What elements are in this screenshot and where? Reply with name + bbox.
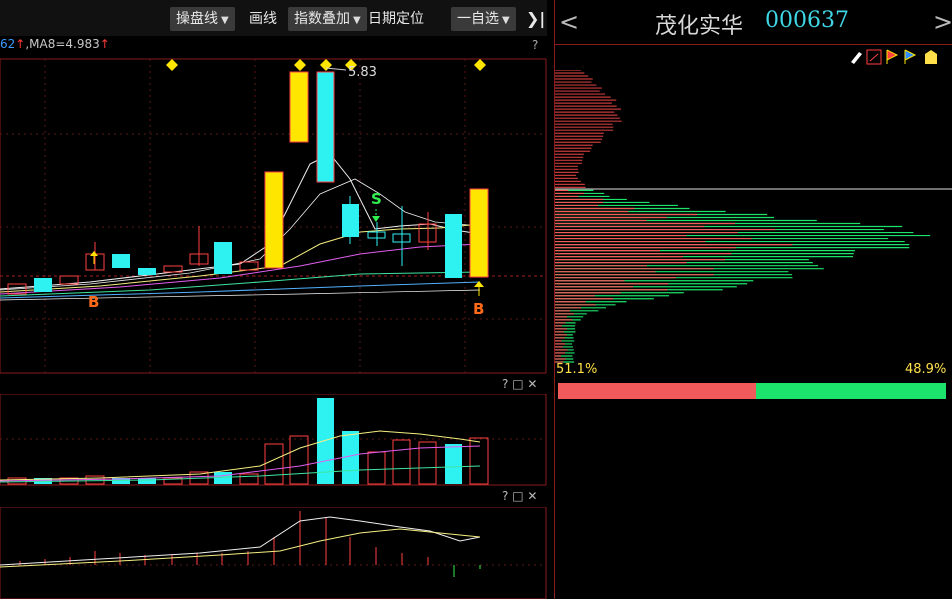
chart-toolbar: 操盘线 ▼ 画线 指数叠加 ▼ 日期定位 一自选 ▼ ❯| bbox=[0, 0, 547, 36]
volume-chart[interactable] bbox=[0, 394, 547, 486]
maximize-icon[interactable]: □ bbox=[512, 489, 523, 503]
loss-percent: 48.9% bbox=[905, 362, 947, 377]
ma-indicator-line: 62↑,MA8=4.983↑ bbox=[0, 37, 110, 51]
profit-loss-bar bbox=[558, 383, 946, 399]
draw-line-tool-label: 操盘线 bbox=[176, 11, 218, 27]
high-price-label: 5.83 bbox=[348, 65, 377, 80]
draw-button[interactable]: 画线 bbox=[243, 7, 283, 31]
buy-signal-b: B bbox=[473, 300, 484, 318]
loss-bar-segment bbox=[756, 383, 946, 399]
vol-ma5-line bbox=[0, 430, 481, 481]
event-marker[interactable] bbox=[320, 59, 332, 71]
prev-stock-icon[interactable]: < bbox=[559, 8, 579, 36]
up-arrow-icon: ↑ bbox=[99, 37, 110, 51]
candle[interactable] bbox=[445, 214, 462, 278]
candle[interactable] bbox=[112, 254, 130, 268]
watchlist-label: 一自选 bbox=[457, 11, 499, 27]
header-divider bbox=[555, 44, 952, 45]
dea-line bbox=[0, 528, 481, 568]
candles bbox=[7, 71, 489, 295]
high-price-pointer bbox=[325, 67, 347, 71]
stock-code: 000637 bbox=[765, 8, 849, 33]
up-arrow-icon: ↑ bbox=[15, 37, 26, 51]
volume-panel-controls: ? □ ✕ bbox=[502, 377, 537, 391]
sell-signal-s: S bbox=[371, 190, 382, 208]
ma-prefix-value: 62 bbox=[0, 37, 16, 51]
main-chart-help-icon[interactable]: ? bbox=[532, 38, 538, 52]
index-overlay-dropdown[interactable]: 指数叠加 ▼ bbox=[288, 7, 367, 31]
macd-frame bbox=[0, 507, 547, 599]
close-icon[interactable]: ✕ bbox=[527, 377, 537, 391]
index-overlay-label: 指数叠加 bbox=[294, 11, 350, 27]
candle[interactable] bbox=[469, 188, 489, 278]
candle[interactable] bbox=[34, 278, 52, 292]
bookmark-icon[interactable] bbox=[925, 50, 937, 64]
chip-bars bbox=[555, 70, 931, 363]
ma250-line bbox=[0, 289, 481, 301]
candle[interactable] bbox=[342, 204, 359, 237]
event-markers bbox=[166, 59, 486, 71]
candle[interactable] bbox=[289, 71, 309, 143]
pencil-icon[interactable] bbox=[851, 52, 862, 64]
event-marker[interactable] bbox=[166, 59, 178, 71]
profit-percent: 51.1% bbox=[556, 362, 598, 377]
watchlist-dropdown[interactable]: 一自选 ▼ bbox=[451, 7, 516, 31]
candle[interactable] bbox=[264, 171, 284, 269]
chevron-down-icon: ▼ bbox=[221, 15, 229, 26]
macd-panel-controls: ? □ ✕ bbox=[502, 489, 537, 503]
chevron-down-icon: ▼ bbox=[502, 15, 510, 26]
event-marker[interactable] bbox=[474, 59, 486, 71]
signal-markers: S B B bbox=[88, 190, 484, 318]
stock-name: 茂化实华 bbox=[655, 14, 744, 39]
date-locate-button[interactable]: 日期定位 bbox=[362, 7, 430, 31]
candlestick-chart[interactable]: 5.83 S B B bbox=[0, 54, 547, 374]
chevron-down-icon: ▼ bbox=[353, 15, 361, 26]
maximize-icon[interactable]: □ bbox=[512, 377, 523, 391]
chip-distribution-chart[interactable] bbox=[555, 70, 952, 365]
close-icon[interactable]: ✕ bbox=[527, 489, 537, 503]
chip-toolbar bbox=[851, 49, 937, 65]
next-stock-icon[interactable]: > bbox=[933, 8, 952, 36]
help-icon[interactable]: ? bbox=[502, 489, 508, 503]
help-icon[interactable]: ? bbox=[502, 377, 508, 391]
draw-line-tool-dropdown[interactable]: 操盘线 ▼ bbox=[170, 7, 235, 31]
chip-distribution-panel: < 茂化实华 000637 > 51.1% 48.9% bbox=[554, 0, 952, 599]
macd-chart[interactable] bbox=[0, 507, 547, 599]
candle[interactable] bbox=[316, 71, 335, 183]
collapse-panel-icon[interactable]: ❯| bbox=[522, 7, 549, 31]
red-flag-icon[interactable] bbox=[886, 49, 899, 64]
candle[interactable] bbox=[138, 268, 156, 275]
ma8-value: MA8=4.983 bbox=[29, 37, 100, 51]
macd-histogram bbox=[19, 511, 429, 565]
dif-line bbox=[0, 516, 481, 566]
volume-bars bbox=[7, 398, 489, 485]
blue-flag-icon[interactable] bbox=[904, 49, 917, 64]
profit-bar-segment bbox=[558, 383, 757, 399]
candle[interactable] bbox=[214, 242, 232, 274]
event-marker[interactable] bbox=[294, 59, 306, 71]
buy-signal-b: B bbox=[88, 293, 99, 311]
